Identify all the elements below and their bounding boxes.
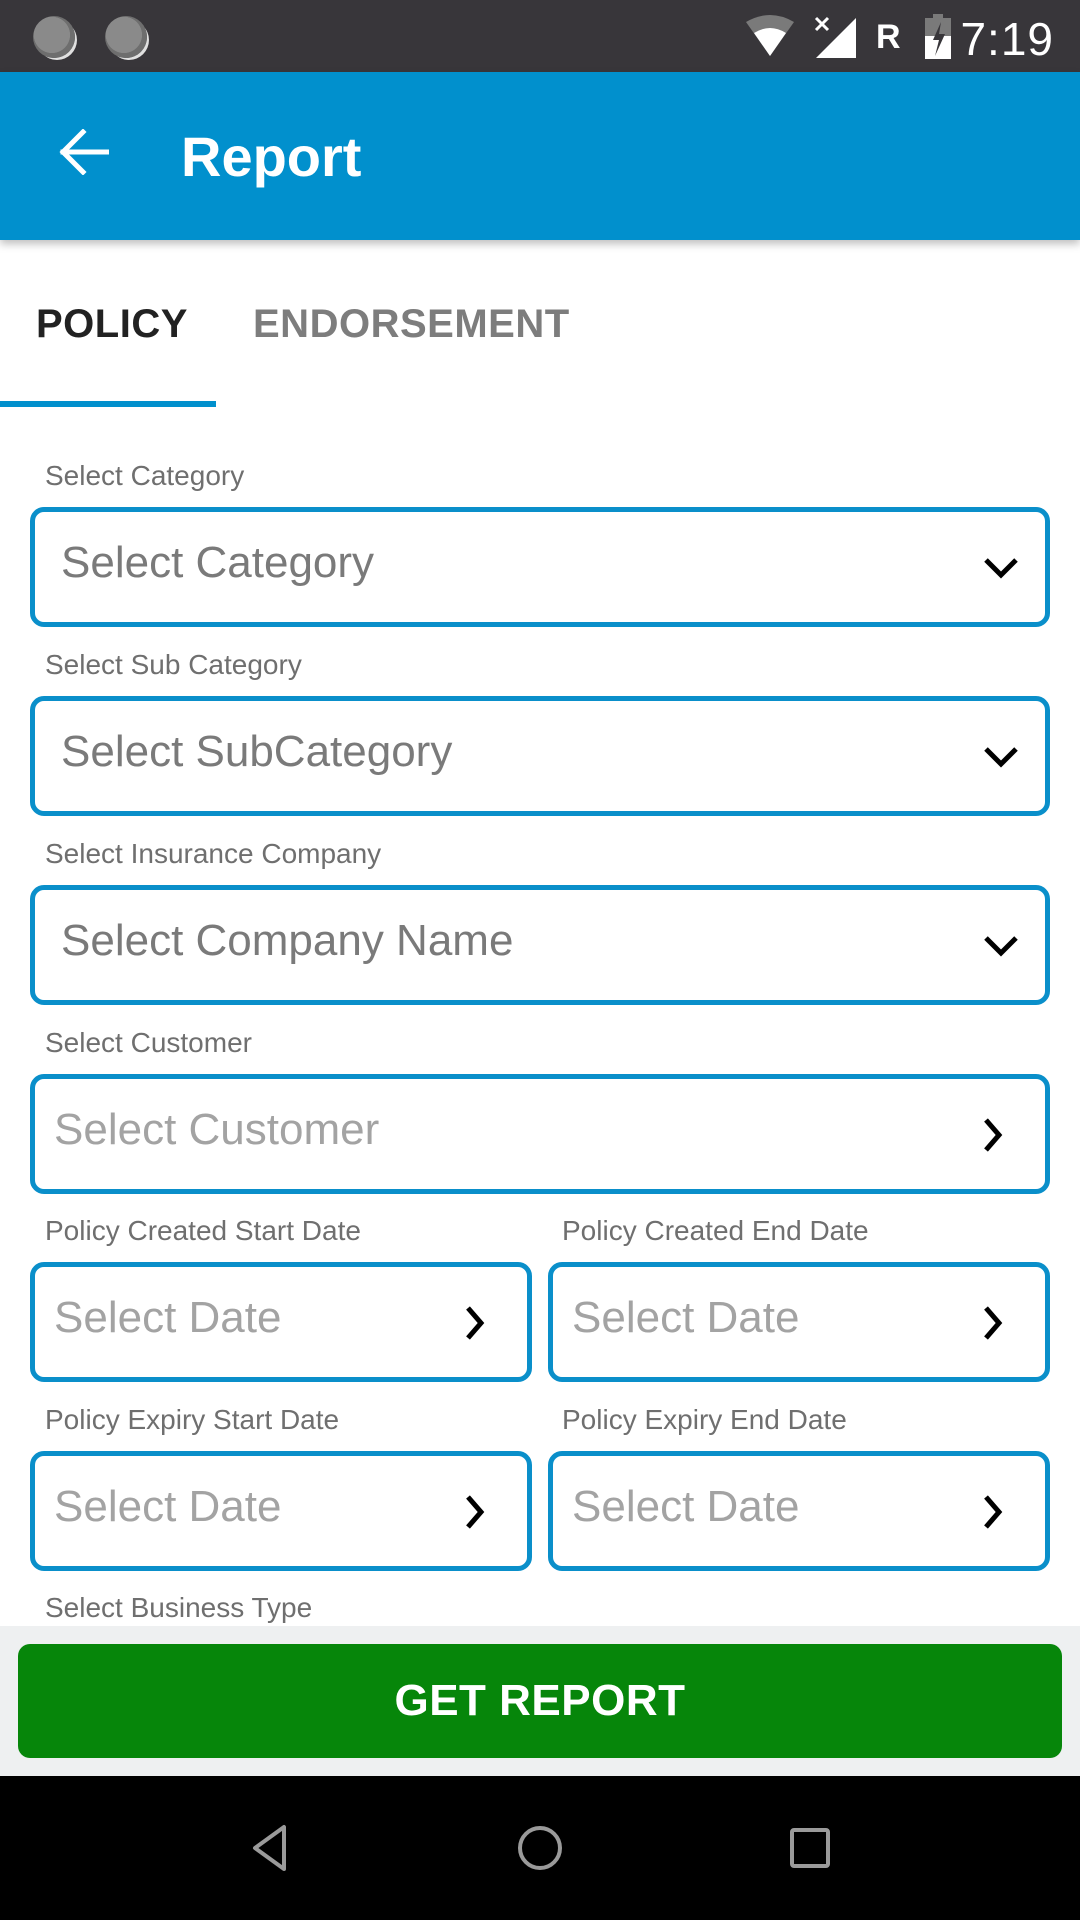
- insurance-company-label: Select Insurance Company: [45, 838, 382, 869]
- get-report-button[interactable]: GET REPORT: [18, 1644, 1062, 1758]
- policy-created-start-label: Policy Created Start Date: [45, 1215, 361, 1246]
- roaming-indicator: R: [876, 18, 901, 56]
- category-dropdown[interactable]: Select Category: [30, 507, 1050, 627]
- app-bar: Report: [0, 72, 1080, 240]
- customer-label: Select Customer: [45, 1027, 252, 1058]
- chevron-right-icon: [975, 1494, 1011, 1530]
- customer-selector[interactable]: Select Customer: [30, 1074, 1050, 1194]
- policy-expiry-end-date-picker[interactable]: Select Date: [548, 1451, 1050, 1571]
- tab-policy[interactable]: POLICY: [36, 302, 188, 347]
- customer-placeholder: Select Customer: [54, 1105, 380, 1154]
- policy-expiry-end-placeholder: Select Date: [572, 1482, 800, 1531]
- insurance-company-value: Select Company Name: [61, 916, 514, 965]
- nav-recents-icon: [790, 1828, 830, 1868]
- nav-back-icon: [253, 1825, 286, 1871]
- sub-category-label: Select Sub Category: [45, 649, 302, 680]
- policy-created-end-label: Policy Created End Date: [562, 1215, 869, 1246]
- policy-created-start-date-picker[interactable]: Select Date: [30, 1262, 532, 1382]
- tab-bar: POLICY ENDORSEMENT: [0, 240, 1080, 408]
- system-nav-bar: [0, 1776, 1080, 1920]
- policy-expiry-start-date-picker[interactable]: Select Date: [30, 1451, 532, 1571]
- chevron-right-icon: [457, 1305, 493, 1341]
- nav-recents-button[interactable]: [774, 1812, 846, 1884]
- tab-endorsement[interactable]: ENDORSEMENT: [253, 302, 570, 347]
- chevron-right-icon: [457, 1494, 493, 1530]
- chevron-right-icon: [975, 1117, 1011, 1153]
- policy-created-start-placeholder: Select Date: [54, 1293, 282, 1342]
- bottom-action-panel: GET REPORT: [0, 1626, 1080, 1776]
- notification-dot-icon: [33, 16, 75, 58]
- category-label: Select Category: [45, 460, 245, 491]
- policy-created-end-placeholder: Select Date: [572, 1293, 800, 1342]
- no-signal-icon: [814, 16, 856, 58]
- category-value: Select Category: [61, 538, 375, 587]
- back-button[interactable]: [50, 118, 118, 186]
- chevron-down-icon: [983, 739, 1019, 775]
- chevron-down-icon: [983, 928, 1019, 964]
- notification-dot-icon: [105, 16, 147, 58]
- chevron-right-icon: [975, 1305, 1011, 1341]
- sub-category-value: Select SubCategory: [61, 727, 453, 776]
- insurance-company-dropdown[interactable]: Select Company Name: [30, 885, 1050, 1005]
- policy-expiry-start-label: Policy Expiry Start Date: [45, 1404, 340, 1435]
- policy-expiry-end-label: Policy Expiry End Date: [562, 1404, 847, 1435]
- nav-back-button[interactable]: [234, 1812, 306, 1884]
- arrow-left-icon: [59, 129, 109, 175]
- policy-expiry-start-placeholder: Select Date: [54, 1482, 282, 1531]
- nav-home-icon: [518, 1826, 562, 1870]
- nav-home-button[interactable]: [504, 1812, 576, 1884]
- page-title: Report: [181, 125, 362, 188]
- battery-charging-icon: [925, 14, 951, 59]
- chevron-down-icon: [983, 550, 1019, 586]
- status-bar: R 7:19: [0, 0, 1080, 72]
- business-type-label: Select Business Type: [45, 1592, 313, 1623]
- sub-category-dropdown[interactable]: Select SubCategory: [30, 696, 1050, 816]
- tab-active-indicator: [0, 401, 216, 407]
- policy-created-end-date-picker[interactable]: Select Date: [548, 1262, 1050, 1382]
- status-time: 7:19: [960, 13, 1054, 65]
- wifi-icon: [746, 15, 794, 56]
